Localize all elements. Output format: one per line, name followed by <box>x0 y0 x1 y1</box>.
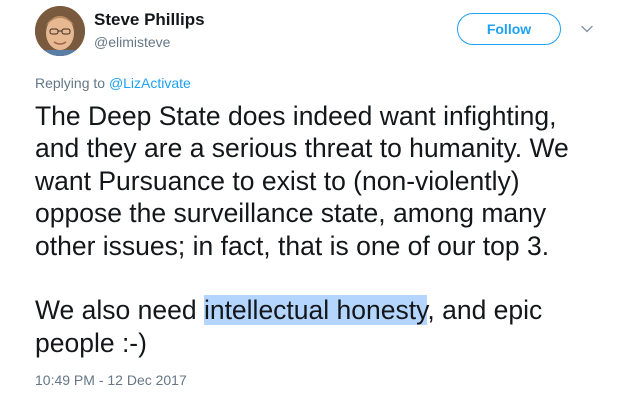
tweet-text-line: people :-) <box>35 327 147 358</box>
follow-button[interactable]: Follow <box>457 13 561 45</box>
reply-mention-link[interactable]: @LizActivate <box>109 75 191 91</box>
author-handle[interactable]: @elimisteve <box>94 34 170 50</box>
replying-to-prefix: Replying to <box>35 75 109 91</box>
avatar[interactable] <box>35 6 85 56</box>
tweet-text-segment: We also need <box>35 295 204 326</box>
tweet-text-line: want Pursuance to exist to (non-violentl… <box>35 165 520 196</box>
tweet-text-line: We also need intellectual honesty, and e… <box>35 294 615 326</box>
tweet: Steve Phillips @elimisteve Follow Replyi… <box>0 0 632 401</box>
tweet-text-line: The Deep State does indeed want infighti… <box>35 101 557 131</box>
replying-to: Replying to @LizActivate <box>35 75 191 91</box>
tweet-text-line: other issues; in fact, that is one of ou… <box>35 230 550 261</box>
author-display-name[interactable]: Steve Phillips <box>94 10 205 30</box>
tweet-text-line: and they are a serious threat to humanit… <box>35 133 569 164</box>
selected-text-highlight: intellectual honesty <box>203 295 428 326</box>
tweet-text-segment: , and epic <box>427 295 543 326</box>
tweet-text-line: oppose the surveillance state, among man… <box>35 198 547 229</box>
chevron-down-icon[interactable] <box>580 22 594 36</box>
tweet-timestamp[interactable]: 10:49 PM - 12 Dec 2017 <box>35 372 187 388</box>
tweet-text: The Deep State does indeed want infighti… <box>35 100 615 359</box>
avatar-photo <box>35 6 85 56</box>
